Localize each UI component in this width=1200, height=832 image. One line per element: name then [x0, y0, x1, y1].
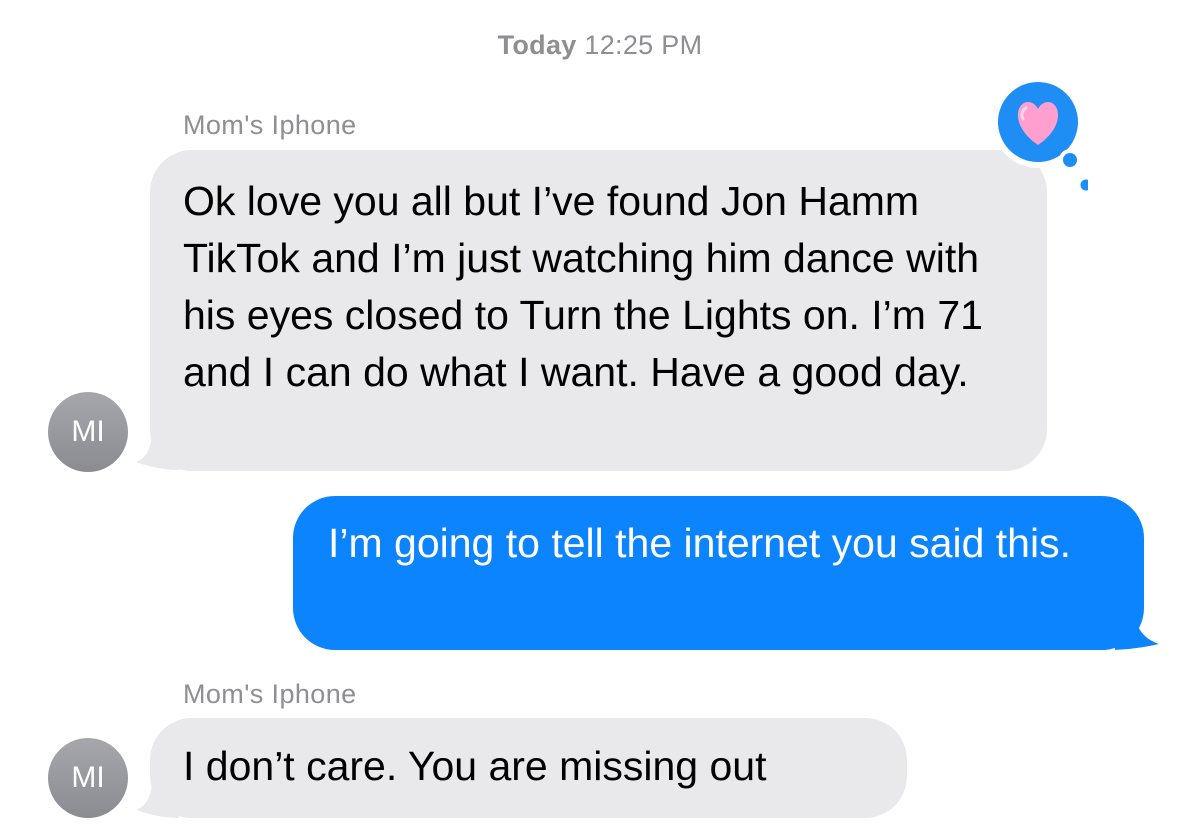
avatar-initials: MI — [71, 415, 105, 448]
avatar[interactable]: MI — [48, 392, 128, 472]
timestamp-day: Today — [497, 30, 577, 60]
outgoing-message-bubble[interactable]: I’m going to tell the internet you said … — [293, 496, 1144, 650]
sender-name: Mom's Iphone — [183, 110, 357, 140]
reaction-bubble[interactable] — [990, 74, 1088, 194]
avatar-initials: MI — [71, 761, 105, 794]
incoming-message-bubble[interactable]: Ok love you all but I’ve found Jon Hamm … — [150, 150, 1047, 471]
avatar[interactable]: MI — [48, 738, 128, 818]
timestamp: Today 12:25 PM — [0, 30, 1200, 61]
incoming-message-bubble[interactable]: I don’t care. You are missing out — [150, 718, 907, 818]
message-text: Ok love you all but I’ve found Jon Hamm … — [183, 178, 983, 395]
message-text: I’m going to tell the internet you said … — [328, 520, 1071, 566]
message-text: I don’t care. You are missing out — [183, 743, 767, 789]
sender-name: Mom's Iphone — [183, 679, 357, 709]
timestamp-time: 12:25 PM — [584, 30, 703, 60]
